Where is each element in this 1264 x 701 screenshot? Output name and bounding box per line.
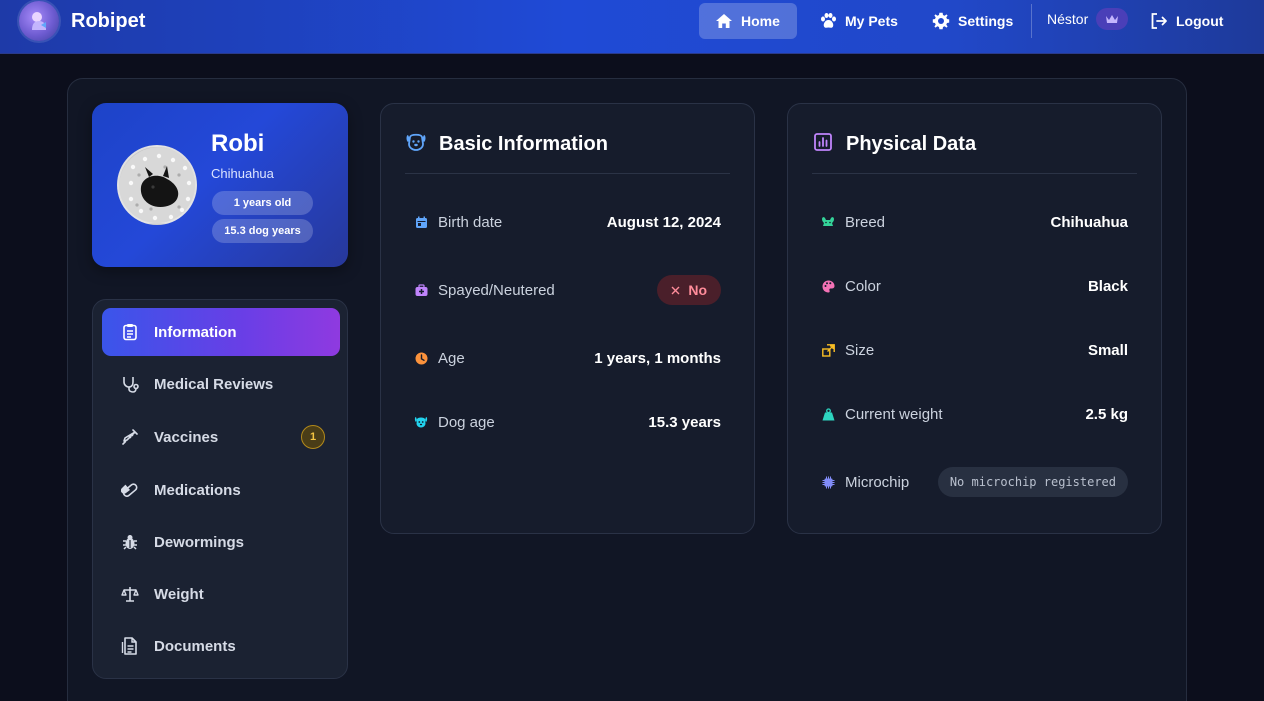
physical-data-card: Physical Data Breed Chihuahua Color Blac… [787, 103, 1162, 534]
row-label: Current weight [845, 405, 943, 423]
spayed-neutered-row: Spayed/Neutered No [414, 274, 721, 306]
vaccines-count-badge: 1 [301, 425, 325, 449]
pet-avatar [117, 145, 197, 225]
breed-value: Chihuahua [1050, 213, 1129, 231]
dog-years-pill: 15.3 dog years [212, 219, 313, 243]
user-name: Néstor [1047, 11, 1089, 27]
pet-breed: Chihuahua [211, 166, 274, 181]
brand-name: Robipet [71, 9, 146, 32]
color-value: Black [1087, 277, 1128, 295]
chart-icon [812, 131, 834, 158]
row-label: Birth date [438, 213, 503, 231]
dog-face-icon [405, 131, 427, 158]
bug-icon [120, 532, 140, 552]
current-weight-row: Current weight 2.5 kg [821, 398, 1128, 430]
nav-settings-button[interactable]: Settings [916, 3, 1029, 39]
menu-item-documents[interactable]: Documents [102, 622, 340, 670]
nav-settings-label: Settings [958, 13, 1014, 29]
menu-item-medications[interactable]: Medications [102, 466, 340, 514]
card-header: Physical Data [812, 128, 1137, 174]
menu-item-label: Medical Reviews [154, 375, 274, 393]
close-icon [671, 282, 680, 298]
row-label: Microchip [845, 473, 910, 491]
menu-item-label: Information [154, 323, 237, 341]
menu-item-vaccines[interactable]: Vaccines 1 [102, 413, 340, 461]
dna-icon [821, 215, 835, 229]
spayed-status-badge: No [657, 275, 721, 305]
birth-date-value: August 12, 2024 [606, 213, 721, 231]
nav-my-pets-button[interactable]: My Pets [803, 3, 914, 39]
clipboard-icon [120, 322, 140, 342]
row-label: Breed [845, 213, 886, 231]
dog-face-icon [414, 415, 428, 429]
age-row: Age 1 years, 1 months [414, 342, 721, 374]
brand[interactable]: Robipet [19, 1, 145, 41]
medical-bag-icon [414, 283, 428, 297]
user-menu[interactable]: Néstor [1047, 8, 1129, 30]
gear-icon [932, 12, 950, 30]
breed-row: Breed Chihuahua [821, 206, 1128, 238]
home-icon [716, 14, 732, 28]
card-title: Basic Information [439, 133, 608, 155]
menu-item-information[interactable]: Information [102, 308, 340, 356]
menu-item-medical-reviews[interactable]: Medical Reviews [102, 360, 340, 408]
basic-information-card: Basic Information Birth date August 12, … [380, 103, 755, 534]
stethoscope-icon [120, 374, 140, 394]
row-label: Dog age [438, 413, 495, 431]
current-weight-value: 2.5 kg [1085, 405, 1128, 423]
paw-icon [821, 13, 836, 28]
logo-icon [19, 1, 59, 41]
row-label: Color [845, 277, 881, 295]
nav-my-pets-label: My Pets [845, 13, 898, 29]
scale-icon [120, 584, 140, 604]
menu-item-label: Medications [154, 481, 241, 499]
logout-button[interactable]: Logout [1134, 3, 1239, 39]
menu-item-label: Weight [154, 585, 204, 603]
card-header: Basic Information [405, 128, 730, 174]
pill-icon [120, 480, 140, 500]
menu-item-label: Documents [154, 637, 236, 655]
dog-age-value: 15.3 years [648, 413, 721, 431]
palette-icon [821, 279, 835, 293]
size-value: Small [1087, 341, 1128, 359]
age-pill: 1 years old [212, 191, 313, 215]
menu-item-weight[interactable]: Weight [102, 570, 340, 618]
row-label: Size [845, 341, 875, 359]
calendar-icon [414, 215, 428, 229]
row-label: Age [438, 349, 465, 367]
resize-icon [821, 343, 835, 357]
clock-icon [414, 351, 428, 365]
size-row: Size Small [821, 334, 1128, 366]
nav-home-button[interactable]: Home [699, 3, 797, 39]
nav-divider [1031, 4, 1032, 38]
pet-profile-card: Robi Chihuahua 1 years old 15.3 dog year… [92, 103, 348, 267]
age-value: 1 years, 1 months [594, 349, 721, 367]
microchip-value: No microchip registered [937, 467, 1128, 497]
chip-icon [821, 475, 835, 489]
menu-item-label: Dewormings [154, 533, 245, 551]
crown-icon [1096, 8, 1129, 30]
weight-icon [821, 407, 835, 421]
document-icon [120, 636, 140, 656]
logout-label: Logout [1176, 13, 1224, 29]
top-navbar: Robipet Home My Pets Settings Néstor Log… [0, 0, 1264, 54]
nav-home-label: Home [741, 13, 780, 29]
dog-age-row: Dog age 15.3 years [414, 406, 721, 438]
color-row: Color Black [821, 270, 1128, 302]
row-label: Spayed/Neutered [438, 281, 555, 299]
pet-section-menu: Information Medical Reviews Vaccines 1 M… [92, 299, 348, 679]
menu-item-label: Vaccines [154, 428, 219, 446]
card-title: Physical Data [846, 133, 977, 155]
microchip-row: Microchip No microchip registered [821, 466, 1128, 498]
birth-date-row: Birth date August 12, 2024 [414, 206, 721, 238]
menu-item-dewormings[interactable]: Dewormings [102, 518, 340, 566]
pet-name: Robi [211, 130, 265, 157]
syringe-icon [120, 427, 140, 447]
spayed-status-value: No [688, 282, 707, 298]
logout-icon [1151, 13, 1167, 29]
